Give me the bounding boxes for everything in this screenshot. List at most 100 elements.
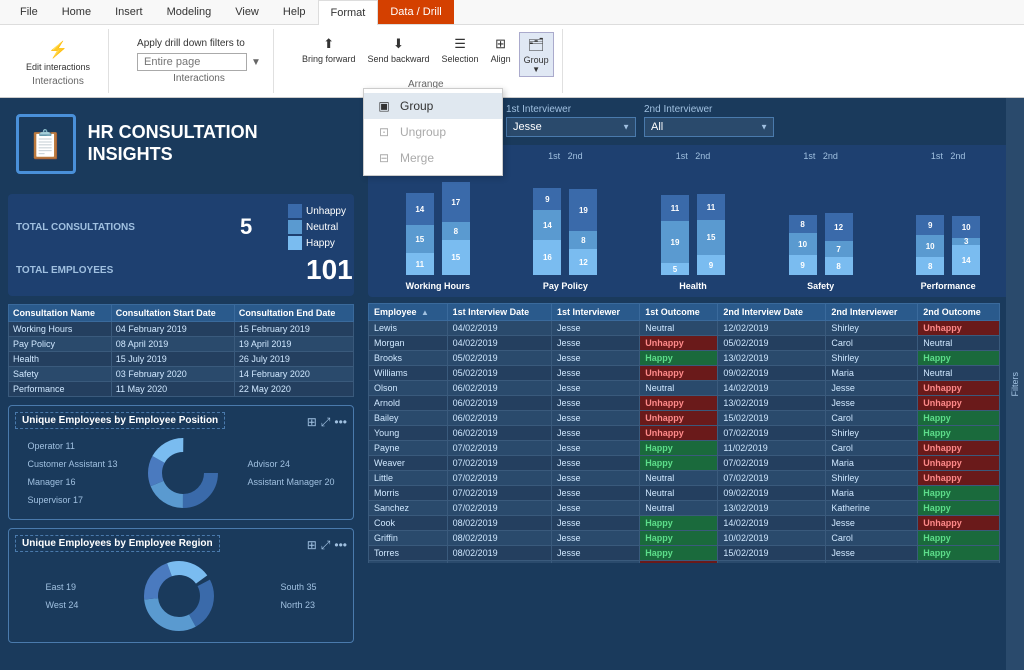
chart-employee-position: Unique Employees by Employee Position ⊞ … <box>8 405 354 520</box>
table-cell: 10/02/2019 <box>718 531 826 546</box>
table-cell: Happy <box>640 546 718 561</box>
chart1-filter-icon[interactable]: ⊞ <box>307 415 317 430</box>
dropdown-item-group[interactable]: ▣ Group <box>364 93 502 119</box>
table-cell: Unhappy <box>640 336 718 351</box>
group-dropdown-menu: ▣ Group ⊡ Ungroup ⊟ Merge <box>363 88 503 176</box>
table-cell: 05/02/2019 <box>718 336 826 351</box>
consult-table-row: Performance11 May 202022 May 2020 <box>9 382 354 397</box>
table-cell: Unhappy <box>918 471 1000 486</box>
table-cell: 07/02/2019 <box>447 441 551 456</box>
bar-wh-2nd: 17 8 15 <box>442 165 470 275</box>
table-cell: 09/02/2019 <box>718 366 826 381</box>
table-cell: Shirley <box>826 426 918 441</box>
bar-pp-1st-happy: 16 <box>533 240 561 275</box>
consult-table-cell: Health <box>9 352 112 367</box>
tab-home[interactable]: Home <box>50 0 103 24</box>
interviewer1-select[interactable]: Jesse <box>506 117 636 137</box>
bring-forward-button[interactable]: ⬆ Bring forward <box>298 32 360 77</box>
selection-button[interactable]: ☰ Selection <box>438 32 483 77</box>
table-cell: Weaver <box>369 456 448 471</box>
table-cell: 13/02/2019 <box>718 561 826 564</box>
table-row: Sanchez07/02/2019JesseNeutral13/02/2019K… <box>369 501 1000 516</box>
bar-wh-1st-happy: 11 <box>406 253 434 275</box>
dt-col-1st-outcome[interactable]: 1st Outcome <box>640 304 718 321</box>
consult-table-cell: 15 July 2019 <box>111 352 234 367</box>
table-cell: Happy <box>640 441 718 456</box>
dt-col-2nd-outcome[interactable]: 2nd Outcome <box>918 304 1000 321</box>
entire-page-input[interactable] <box>137 53 247 71</box>
table-cell: Happy <box>918 546 1000 561</box>
table-cell: 06/02/2019 <box>447 411 551 426</box>
total-employees-value: 101 <box>306 254 346 286</box>
dropdown-item-ungroup[interactable]: ⊡ Ungroup <box>364 119 502 145</box>
bar-perf-2nd-happy: 14 <box>952 245 980 275</box>
consult-table-cell: Pay Policy <box>9 337 112 352</box>
table-cell: 13/02/2019 <box>718 351 826 366</box>
table-cell: Jesse <box>552 501 640 516</box>
chart2-filter-icon[interactable]: ⊞ <box>307 538 317 553</box>
table-cell: Neutral <box>640 486 718 501</box>
consult-table-cell: 15 February 2019 <box>234 322 353 337</box>
legend-neutral-label: Neutral <box>306 222 338 233</box>
chart2-expand-icon[interactable]: ⤢ <box>321 538 331 553</box>
bar-wh-1st: 14 15 11 <box>406 165 434 275</box>
tab-file[interactable]: File <box>8 0 50 24</box>
dt-col-1st-interview-date[interactable]: 1st Interview Date <box>447 304 551 321</box>
tab-help[interactable]: Help <box>271 0 318 24</box>
total-consultations-label: TOTAL CONSULTATIONS <box>16 222 232 233</box>
dropdown-item-merge[interactable]: ⊟ Merge <box>364 145 502 171</box>
align-button[interactable]: ⊞ Align <box>487 32 515 77</box>
table-row: Brooks05/02/2019JesseHappy13/02/2019Shir… <box>369 351 1000 366</box>
table-row: Morris07/02/2019JesseNeutral09/02/2019Ma… <box>369 486 1000 501</box>
bar-perf-1st-neutral: 10 <box>916 235 944 257</box>
table-row: Griffin08/02/2019JesseHappy10/02/2019Car… <box>369 531 1000 546</box>
table-cell: 07/02/2019 <box>447 471 551 486</box>
dropdown-arrow-icon: ▼ <box>251 57 261 68</box>
table-cell: Jesse <box>552 471 640 486</box>
bar-health: 11 19 5 11 15 9 <box>661 165 725 275</box>
interviewer2-select[interactable]: All <box>644 117 774 137</box>
dt-col-2nd-interviewer[interactable]: 2nd Interviewer <box>826 304 918 321</box>
table-cell: Jesse <box>826 381 918 396</box>
dt-col-1st-interviewer[interactable]: 1st Interviewer <box>552 304 640 321</box>
bar-label-wh: Working Hours <box>378 281 498 291</box>
group-button[interactable]: 🗂 Group ▼ <box>519 32 554 77</box>
tab-modeling[interactable]: Modeling <box>155 0 224 24</box>
label-operator: Operator 11 <box>27 441 117 451</box>
bar-safety: 8 10 9 12 7 8 <box>789 165 853 275</box>
table-cell: 14/02/2019 <box>718 381 826 396</box>
total-consultations-row: TOTAL CONSULTATIONS 5 Unhappy Neutral Ha… <box>16 204 346 250</box>
dt-col-2nd-interview-date[interactable]: 2nd Interview Date <box>718 304 826 321</box>
left-panel: 📋 HR CONSULTATION INSIGHTS TOTAL CONSULT… <box>0 98 362 670</box>
chart1-more-icon[interactable]: ••• <box>334 415 347 430</box>
bar-wh-2nd-happy: 15 <box>442 240 470 275</box>
dt-col-employee[interactable]: Employee ▲ <box>369 304 448 321</box>
table-cell: Shirley <box>826 321 918 336</box>
tab-format[interactable]: Format <box>318 0 379 25</box>
bar-perf-1st-happy: 8 <box>916 257 944 275</box>
tab-insert[interactable]: Insert <box>103 0 155 24</box>
table-cell: Unhappy <box>918 516 1000 531</box>
interviewer1-filter-group: 1st Interviewer Jesse <box>506 104 636 137</box>
tab-view[interactable]: View <box>223 0 271 24</box>
table-cell: Neutral <box>640 381 718 396</box>
bar-pp-1st-unhappy: 9 <box>533 188 561 210</box>
ribbon-tab-bar: File Home Insert Modeling View Help Form… <box>0 0 1024 25</box>
send-backward-button[interactable]: ⬇ Send backward <box>363 32 433 77</box>
consult-table-cell: Safety <box>9 367 112 382</box>
table-cell: Unhappy <box>640 411 718 426</box>
table-cell: Jesse <box>552 546 640 561</box>
data-table-container[interactable]: Employee ▲ 1st Interview Date 1st Interv… <box>368 303 1000 563</box>
label-advisor: Advisor 24 <box>247 459 334 469</box>
chart1-expand-icon[interactable]: ⤢ <box>321 415 331 430</box>
col-header-start: Consultation Start Date <box>111 305 234 322</box>
bar-wh-1st-neutral: 15 <box>406 225 434 253</box>
table-cell: Jesse <box>552 516 640 531</box>
arrange-group: ⬆ Bring forward ⬇ Send backward ☰ Select… <box>290 29 563 93</box>
donut-chart2: East 19 West 24 South 35 North 23 <box>15 556 347 636</box>
tab-data-drill[interactable]: Data / Drill <box>378 0 453 24</box>
edit-interactions-button[interactable]: ⚡ Edit interactions <box>20 36 96 74</box>
chart2-more-icon[interactable]: ••• <box>334 538 347 553</box>
table-cell: 07/02/2019 <box>718 426 826 441</box>
table-cell: Jesse <box>826 546 918 561</box>
